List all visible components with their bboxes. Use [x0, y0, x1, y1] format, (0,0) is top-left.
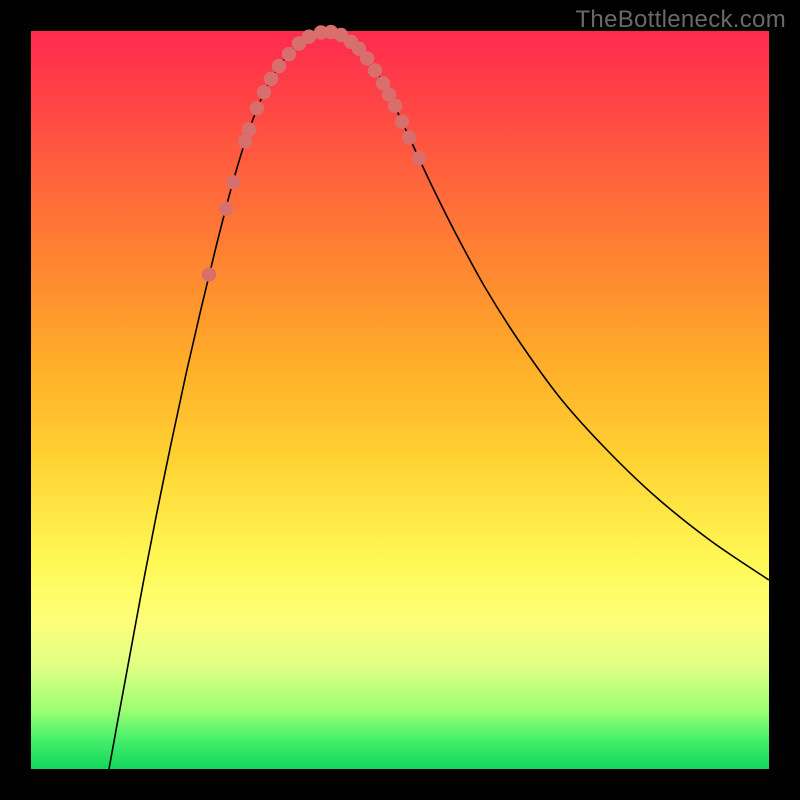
data-marker	[250, 101, 264, 115]
data-marker	[395, 115, 409, 129]
data-marker	[272, 59, 286, 73]
data-marker	[226, 175, 240, 189]
data-marker	[257, 85, 271, 99]
chart-frame: TheBottleneck.com	[0, 0, 800, 800]
data-marker	[360, 51, 374, 65]
data-marker	[402, 130, 416, 144]
curve-svg	[31, 31, 769, 769]
data-marker	[388, 99, 402, 113]
data-marker	[282, 47, 296, 61]
data-marker	[412, 151, 426, 165]
plot-background	[31, 31, 769, 769]
data-marker	[242, 122, 256, 136]
data-marker	[368, 63, 382, 77]
data-marker	[202, 267, 216, 281]
data-marker	[264, 72, 278, 86]
marker-group	[202, 25, 426, 282]
watermark-text: TheBottleneck.com	[575, 6, 786, 34]
bottleneck-curve	[109, 32, 769, 769]
data-marker	[219, 202, 233, 216]
